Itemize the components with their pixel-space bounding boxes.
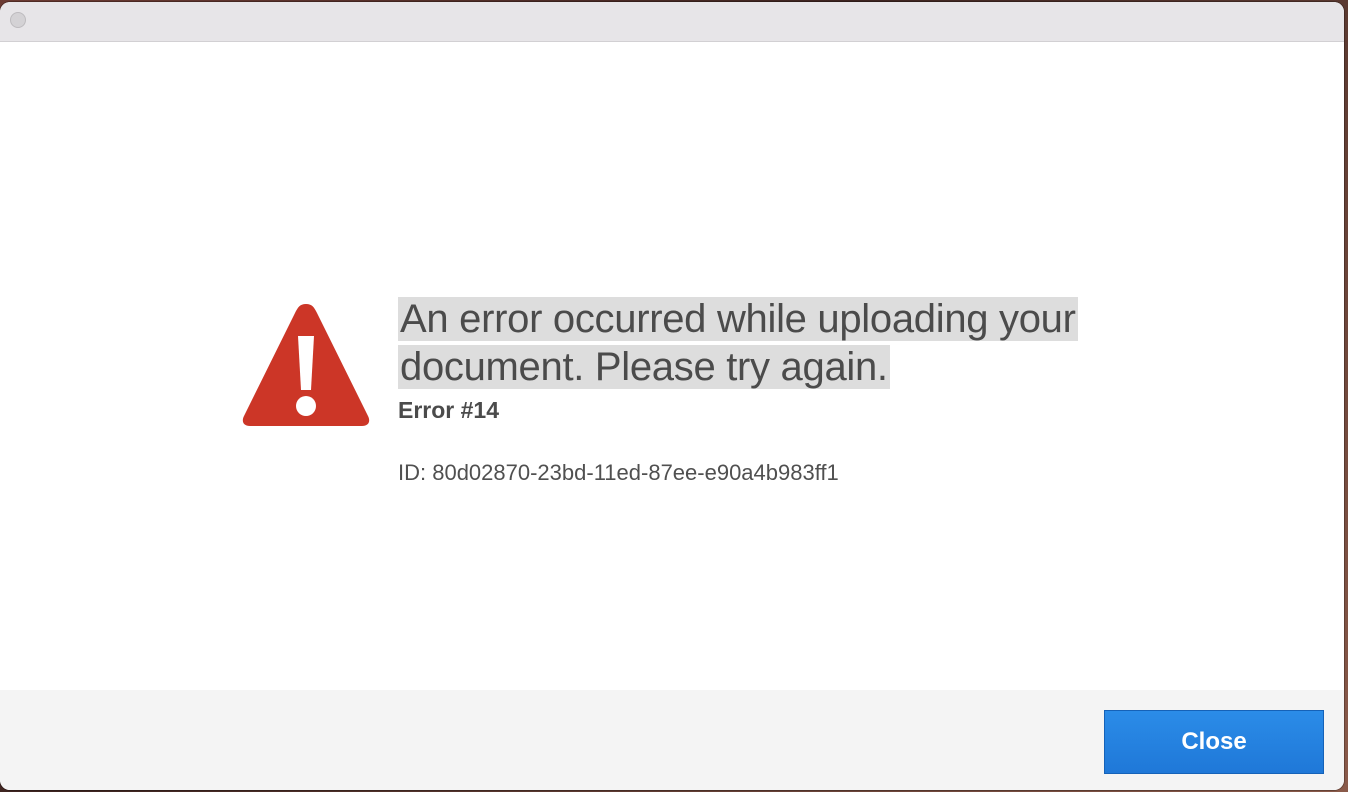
error-headline: An error occurred while uploading your d… bbox=[398, 295, 1118, 391]
window-close-dot[interactable] bbox=[10, 12, 26, 28]
dialog-footer: Close bbox=[0, 690, 1344, 790]
error-dialog-window: An error occurred while uploading your d… bbox=[0, 2, 1344, 790]
error-headline-text: An error occurred while uploading your d… bbox=[398, 297, 1078, 389]
dialog-content: An error occurred while uploading your d… bbox=[0, 42, 1344, 690]
error-code: Error #14 bbox=[398, 397, 500, 423]
title-bar bbox=[0, 2, 1344, 42]
error-id: ID: 80d02870-23bd-11ed-87ee-e90a4b983ff1 bbox=[398, 460, 839, 485]
close-button[interactable]: Close bbox=[1104, 710, 1324, 774]
message-block: An error occurred while uploading your d… bbox=[398, 295, 1118, 487]
warning-triangle-icon bbox=[242, 304, 370, 426]
